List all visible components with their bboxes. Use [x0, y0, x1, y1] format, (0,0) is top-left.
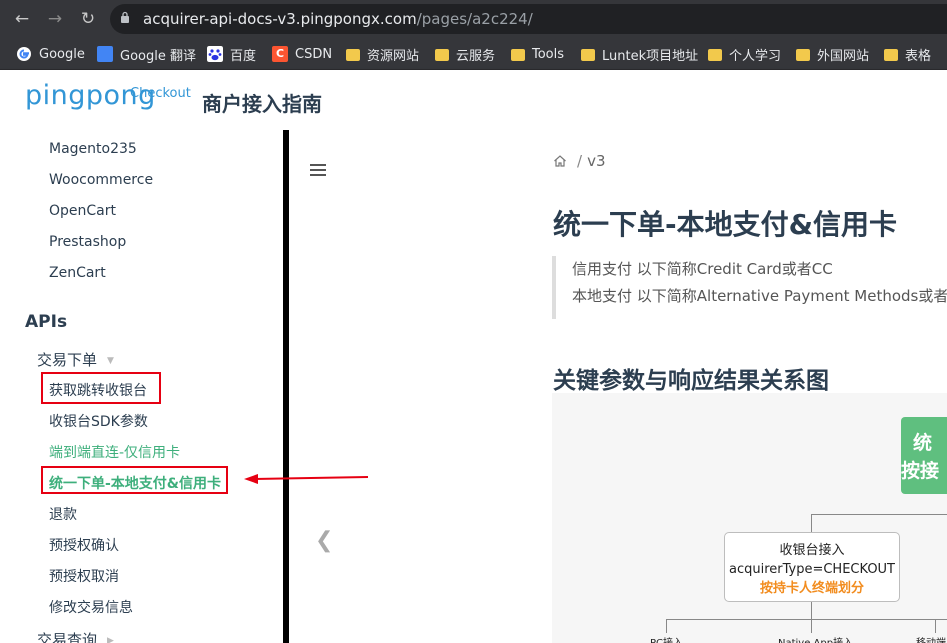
google-translate-icon — [97, 46, 113, 62]
folder-icon — [346, 49, 360, 61]
sidebar-item-opencart[interactable]: OpenCart — [49, 203, 116, 219]
folder-icon — [884, 49, 898, 61]
bookmark-folder-cloud[interactable]: 云服务 — [435, 44, 495, 64]
note-block: 信用支付 以下简称Credit Card或者CC 本地支付 以下简称Altern… — [552, 256, 947, 319]
diagram-leaf-label: Native App接入 — [778, 634, 853, 643]
address-bar[interactable]: acquirer-api-docs-v3.pingpongx.com/pages… — [110, 4, 947, 34]
caret-down-icon: ▼ — [107, 355, 114, 366]
sidebar-group-query[interactable]: 交易查询 ▶ — [37, 629, 114, 643]
logo-subtitle: Checkout — [130, 86, 191, 101]
home-icon[interactable] — [553, 154, 567, 168]
folder-icon — [511, 49, 525, 61]
folder-icon — [796, 49, 810, 61]
diagram-root-line: 按接 — [901, 460, 940, 482]
url-host: acquirer-api-docs-v3.pingpongx.com — [143, 10, 417, 28]
highlight-box — [41, 466, 228, 494]
diagram-leaf-label: 移动端 — [916, 634, 946, 643]
relationship-diagram: 统 按接 收银台接入 acquirerType=CHECKOUT 按持卡人终端划… — [552, 393, 947, 643]
bookmark-folder-resources[interactable]: 资源网站 — [346, 44, 419, 64]
sidebar-item-refund[interactable]: 退款 — [49, 504, 77, 524]
url-path: /pages/a2c224/ — [416, 10, 533, 28]
bookmark-google[interactable]: Google — [16, 44, 85, 64]
page-title: 统一下单-本地支付&信用卡 — [553, 208, 898, 241]
bookmark-label: 个人学习 — [729, 48, 782, 64]
breadcrumb-separator: / — [577, 152, 583, 170]
chevron-left-icon[interactable]: ❮ — [315, 528, 333, 553]
sidebar-section-apis: APIs — [25, 312, 68, 332]
bookmark-label: Google — [39, 46, 85, 62]
diagram-connector — [811, 514, 812, 532]
diagram-node-line: 按持卡人终端划分 — [759, 581, 864, 596]
menu-icon[interactable] — [310, 164, 326, 176]
google-icon — [17, 47, 31, 61]
folder-icon — [708, 49, 722, 61]
bookmark-google-translate[interactable]: Google 翻译 — [97, 44, 196, 64]
diagram-checkout-node: 收银台接入 acquirerType=CHECKOUT 按持卡人终端划分 — [724, 532, 900, 602]
diagram-node-line: acquirerType=CHECKOUT — [728, 562, 896, 577]
csdn-icon: C — [272, 46, 288, 62]
bookmark-label: 外国网站 — [817, 48, 870, 64]
url-text: acquirer-api-docs-v3.pingpongx.com/pages… — [143, 10, 533, 28]
sidebar-item-sdk-params[interactable]: 收银台SDK参数 — [49, 411, 148, 431]
browser-toolbar: ← → ↻ acquirer-api-docs-v3.pingpongx.com… — [0, 0, 947, 38]
bookmark-label: 云服务 — [456, 48, 496, 64]
bookmark-label: 表格 — [905, 48, 932, 64]
sidebar-item-direct-card[interactable]: 端到端直连-仅信用卡 — [49, 442, 180, 462]
lock-icon — [121, 11, 129, 23]
sidebar-item-preauth-confirm[interactable]: 预授权确认 — [49, 535, 119, 555]
folder-icon — [581, 49, 595, 61]
bookmark-label: CSDN — [295, 46, 333, 62]
folder-icon — [435, 49, 449, 61]
bookmark-label: Tools — [532, 46, 565, 62]
diagram-leaf-label: PC接入 — [650, 634, 683, 643]
back-icon[interactable]: ← — [11, 8, 33, 30]
section-title: 关键参数与响应结果关系图 — [553, 368, 829, 394]
sidebar-item-modify-transaction[interactable]: 修改交易信息 — [49, 597, 133, 617]
sidebar-item-zencart[interactable]: ZenCart — [49, 265, 106, 281]
sidebar-item-magento[interactable]: Magento235 — [49, 141, 137, 157]
forward-icon[interactable]: → — [44, 8, 66, 30]
diagram-connector — [666, 619, 667, 633]
sidebar-group-label: 交易下单 — [37, 351, 98, 369]
sidebar-item-preauth-cancel[interactable]: 预授权取消 — [49, 566, 119, 586]
bookmark-csdn[interactable]: C CSDN — [272, 44, 332, 64]
sidebar-group-label: 交易查询 — [37, 631, 98, 643]
bookmark-folder-luntek[interactable]: Luntek项目地址 — [581, 44, 698, 64]
diagram-connector — [666, 619, 947, 620]
sidebar-group-order[interactable]: 交易下单 ▼ — [37, 349, 114, 370]
sidebar-item-woocommerce[interactable]: Woocommerce — [49, 172, 153, 188]
sidebar: Magento235 Woocommerce OpenCart Prestash… — [0, 130, 283, 643]
bookmark-folder-tools[interactable]: Tools — [511, 44, 564, 64]
diagram-root-node: 统 按接 — [901, 417, 947, 494]
main-content: ❮ / v3 统一下单-本地支付&信用卡 信用支付 以下简称Credit Car… — [289, 130, 947, 643]
breadcrumb-version[interactable]: v3 — [587, 152, 605, 170]
baidu-icon — [207, 46, 223, 62]
highlight-box — [41, 372, 161, 404]
bookmark-label: 资源网站 — [367, 48, 420, 64]
diagram-connector — [811, 602, 812, 619]
bookmark-folder-sheets[interactable]: 表格 — [884, 44, 931, 64]
diagram-root-line: 统 — [913, 432, 933, 454]
diagram-connector — [811, 514, 947, 515]
bookmark-label: Google 翻译 — [120, 48, 196, 64]
bookmark-folder-foreign[interactable]: 外国网站 — [796, 44, 869, 64]
breadcrumb: / v3 — [553, 152, 605, 170]
caret-right-icon: ▶ — [107, 635, 114, 643]
bookmarks-bar: Google Google 翻译 百度 C CSDN 资源网站 云服务 Tool… — [0, 38, 947, 70]
note-line: 本地支付 以下简称Alternative Payment Methods或者..… — [572, 287, 947, 305]
diagram-node-line: 收银台接入 — [779, 543, 845, 558]
note-line: 信用支付 以下简称Credit Card或者CC — [572, 260, 833, 278]
reload-icon[interactable]: ↻ — [77, 8, 99, 30]
sidebar-item-prestashop[interactable]: Prestashop — [49, 234, 126, 250]
bookmark-baidu[interactable]: 百度 — [207, 44, 256, 64]
bookmark-label: 百度 — [230, 48, 257, 64]
site-header: pingpong Checkout 商户接入指南 — [0, 70, 947, 130]
diagram-connector — [935, 619, 936, 633]
bookmark-label: Luntek项目地址 — [602, 48, 699, 64]
site-title[interactable]: 商户接入指南 — [202, 88, 322, 117]
bookmark-folder-study[interactable]: 个人学习 — [708, 44, 781, 64]
diagram-connector — [811, 619, 812, 633]
